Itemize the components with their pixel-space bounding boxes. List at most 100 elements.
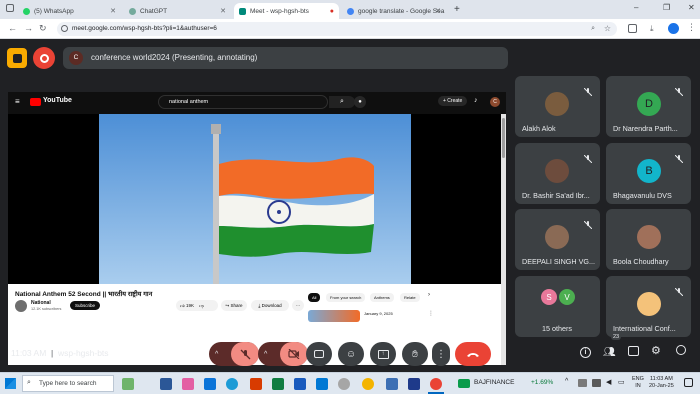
video-title[interactable]: National Anthem 52 Second || भारतीय राष्… [15,289,152,298]
extensions-icon[interactable] [628,24,637,33]
hamburger-menu-icon[interactable]: ≡ [15,97,20,106]
filezilla-icon[interactable] [250,378,262,390]
scrollbar-thumb[interactable] [502,118,505,158]
audio-options-chevron-icon[interactable]: ^ [215,351,218,358]
outlook-icon[interactable] [204,378,216,390]
excel-icon[interactable] [272,378,284,390]
chip-anthems[interactable]: Anthems [370,293,394,302]
participant-tile[interactable]: Boola Choudhary [606,209,691,270]
chip-all[interactable]: All [308,293,321,302]
present-button[interactable]: ↑ [370,342,396,366]
channel-name[interactable]: National [31,300,51,306]
clock[interactable]: 11:03 AM 20-Jan-25 [649,376,674,390]
captions-button[interactable] [306,342,332,366]
maximize-button[interactable]: ❐ [663,3,670,12]
chrome-icon[interactable] [362,378,374,390]
video-options-chevron-icon[interactable]: ^ [264,351,267,358]
download-button[interactable]: ⤓ Download [251,300,289,311]
scrollbar[interactable] [501,114,506,365]
dislike-icon[interactable]: 👎︎ [199,303,204,308]
back-icon[interactable]: ← [8,23,17,33]
close-tab-icon[interactable]: ✕ [110,7,116,15]
chevron-right-icon[interactable]: › [428,292,430,298]
close-window-button[interactable]: ✕ [688,3,695,12]
participant-tile[interactable]: D Dr Narendra Parth... [606,76,691,137]
notifications-icon[interactable] [684,378,693,387]
windows-start-icon[interactable] [5,378,16,389]
taskbar-search-box[interactable]: ⌕ Type here to search [22,375,114,392]
participant-tile[interactable]: B Bhagavanulu DVS [606,143,691,204]
camera-toggle-button[interactable] [280,342,308,366]
participant-tile[interactable]: Alakh Alok [515,76,600,137]
tab-meet[interactable]: Meet - wsp-hgsh-bts ● [234,3,339,19]
mic-toggle-button[interactable] [231,342,259,366]
tab-search-icon[interactable] [6,4,14,12]
site-info-icon[interactable] [61,25,68,32]
network-icon[interactable]: ▭ [618,378,625,386]
chat-icon[interactable] [628,346,639,356]
mail-icon[interactable] [316,378,328,390]
tab-google-translate[interactable]: google translate - Google Sea ✕ [342,3,446,19]
leave-call-button[interactable] [455,342,491,366]
youtube-avatar[interactable]: C [490,97,500,107]
youtube-search-box[interactable]: national anthem ⌕ [158,95,355,109]
reactions-button[interactable]: ☺ [338,342,364,366]
downloads-icon[interactable]: ⤓ [650,24,654,34]
bookmark-star-icon[interactable]: ☆ [604,22,611,36]
task-view-icon[interactable] [160,378,172,390]
show-hidden-icons-chevron[interactable]: ^ [565,378,568,385]
app-tray-icon[interactable] [592,379,601,387]
voice-search-icon[interactable]: ● [354,96,366,108]
youtube-search-icon[interactable]: ⌕ [329,96,355,108]
like-icon[interactable]: 👍︎ [180,303,185,308]
annotate-button[interactable] [7,48,27,68]
subscribe-button[interactable]: Subscribe [70,301,101,310]
video-player[interactable] [8,114,501,284]
more-options-button[interactable]: ⋮ [432,342,450,366]
widgets-icon[interactable] [122,378,134,390]
browser-menu-icon[interactable]: ⋮ [687,22,696,33]
chip-related[interactable]: Relate [400,293,420,302]
activities-icon[interactable]: ⚙︎ [651,344,661,357]
copilot-icon[interactable] [182,378,194,390]
others-tile[interactable]: S V 15 others [515,276,600,337]
stock-name[interactable]: BAJFINANCE [474,379,514,386]
zoom-icon[interactable]: ⌕ [591,22,595,36]
notifications-bell-icon[interactable]: ♪ [474,97,478,104]
edge-icon[interactable] [226,378,238,390]
close-tab-icon[interactable]: ✕ [435,7,441,15]
tab-chatgpt[interactable]: ChatGPT ✕ [124,3,231,19]
create-button[interactable]: + Create [438,96,468,106]
youtube-logo[interactable]: YouTube [43,97,72,104]
chip-from-your-search[interactable]: From your search [326,293,366,302]
raise-hand-button[interactable]: ✋︎ [402,342,428,366]
reload-icon[interactable]: ↻ [39,23,47,34]
like-dislike-group[interactable]: 👍︎ 19K 👎︎ [176,300,218,311]
close-tab-icon[interactable]: ✕ [220,7,226,15]
forward-icon[interactable]: → [24,23,33,33]
share-button[interactable]: ↪ Share [221,300,247,311]
participant-tile[interactable]: DEEPALI SINGH VG... [515,209,600,270]
close-tab-icon[interactable]: ● [330,8,334,15]
app-tray-icon[interactable] [578,379,587,387]
participant-tile[interactable]: International Conf... [606,276,691,337]
participant-tile[interactable]: Dr. Bashir Sa'ad Ibr... [515,143,600,204]
profile-avatar[interactable] [668,23,679,34]
recommended-more-icon[interactable]: ⋮ [428,310,434,317]
app-icon[interactable] [386,378,398,390]
people-button[interactable]: 👥︎ 23 [603,334,622,360]
channel-avatar[interactable] [15,300,27,312]
chrome-active-icon[interactable] [430,378,442,390]
language-indicator[interactable]: ENG IN [632,376,644,390]
app-icon[interactable] [408,378,420,390]
meeting-details-icon[interactable]: i [580,347,591,358]
settings-icon[interactable] [338,378,350,390]
more-actions-button[interactable]: ··· [292,300,304,311]
stop-presenting-button[interactable] [33,47,55,69]
url-bar[interactable]: meet.google.com/wsp-hgsh-bts?pli=1&authu… [57,22,617,36]
tab-whatsapp[interactable]: (5) WhatsApp ✕ [18,3,121,19]
recommended-thumbnail[interactable] [308,310,360,322]
host-controls-icon[interactable] [676,345,686,355]
minimize-button[interactable]: – [634,3,638,12]
new-tab-button[interactable]: + [454,4,460,15]
